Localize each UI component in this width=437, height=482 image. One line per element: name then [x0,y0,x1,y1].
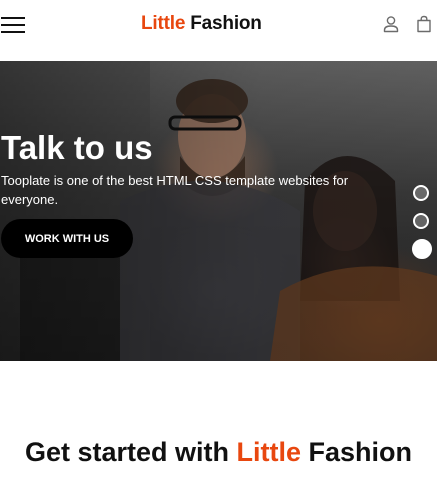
slider-dot-1[interactable] [413,185,429,201]
brand-second: Fashion [190,13,262,34]
hero-overlay [0,61,437,361]
title-suffix: Fashion [308,437,413,467]
work-with-us-button[interactable]: WORK WITH US [1,219,133,258]
brand-logo[interactable]: Little Fashion [141,13,262,35]
title-accent: Little [236,437,302,467]
hero-title: Talk to us [1,129,153,166]
hero-description: Tooplate is one of the best HTML CSS tem… [1,173,349,207]
site-header: Little Fashion [0,0,437,50]
brand-first: Little [141,13,186,34]
section-title: Get started with Little Fashion [0,437,437,468]
shopping-bag-icon[interactable] [415,15,433,33]
menu-icon[interactable] [1,17,25,33]
slider-dot-2[interactable] [413,213,429,229]
hero-slider: Talk to us Tooplate is one of the best H… [0,61,437,361]
title-prefix: Get started with [24,437,229,467]
slider-dot-3[interactable] [412,239,432,259]
user-icon[interactable] [382,15,400,33]
